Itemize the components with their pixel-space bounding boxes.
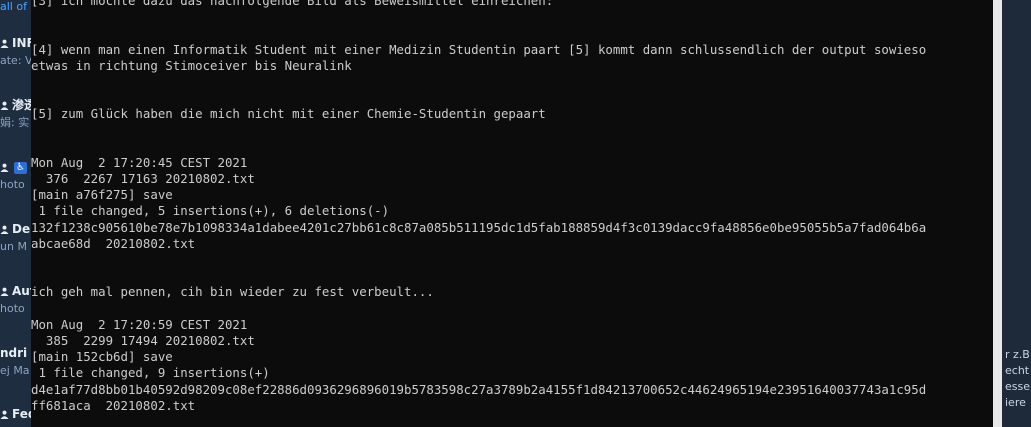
sidebar-item-6[interactable]: Fed	[0, 406, 31, 427]
sidebar-item-title-text: INF	[12, 36, 31, 50]
right-panel-line: r z.B	[1005, 348, 1030, 361]
user-icon	[0, 410, 9, 419]
sidebar-item-2[interactable]: ♿ hoto	[0, 159, 31, 199]
terminal-line: ff681aca 20210802.txt	[31, 397, 196, 413]
terminal-line: d4e1af77d8bb01b40592d98209c08ef22886d093…	[31, 381, 927, 397]
terminal-output: [3] ich möchte dazu das nachfolgende Bil…	[31, 0, 926, 414]
sidebar-item-subtitle: 娟: 实	[0, 116, 30, 129]
terminal-scrollbar[interactable]	[993, 0, 1002, 427]
accessibility-icon: ♿	[14, 161, 27, 174]
sidebar-top-link[interactable]: all of r	[0, 0, 31, 14]
terminal-window[interactable]: [3] ich möchte dazu das nachfolgende Bil…	[31, 0, 993, 427]
screen: all of r INF ate: V 渗透 娟: 实 ♿ hoto Del u…	[0, 0, 1031, 427]
sidebar-item-title: INF	[0, 35, 31, 51]
sidebar-item-subtitle: ej Ma	[0, 364, 30, 377]
sidebar-item-4[interactable]: Aut hoto	[0, 283, 31, 323]
terminal-line: [main a76f275] save	[31, 187, 173, 203]
sidebar-item-title-text: 渗透	[12, 98, 31, 112]
sidebar-item-5[interactable]: ndri M ej Ma	[0, 345, 31, 385]
terminal-line: [main 152cb6d] save	[31, 349, 173, 365]
right-panel-line: echt	[1005, 364, 1030, 377]
sidebar-item-title: Fed	[0, 406, 31, 422]
user-icon	[0, 39, 9, 48]
terminal-line: abcae68d 20210802.txt	[31, 235, 196, 251]
sidebar-item-subtitle: hoto	[0, 178, 25, 191]
user-icon	[0, 225, 9, 234]
sidebar-item-title: Del	[0, 221, 31, 237]
sidebar-item-title-text: Aut	[12, 284, 31, 298]
sidebar-item-subtitle: hoto	[0, 302, 25, 315]
right-panel-line: esse	[1005, 380, 1030, 393]
terminal-line: Mon Aug 2 17:20:59 CEST 2021	[31, 316, 248, 332]
terminal-line: [3] ich möchte dazu das nachfolgende Bil…	[31, 0, 554, 8]
sidebar-item-title: Aut	[0, 283, 31, 299]
terminal-line: 132f1238c905610be78e7b1098334a1dabee4201…	[31, 219, 927, 235]
user-icon	[0, 101, 9, 110]
right-side-panel: r z.B echt esse iere	[1002, 0, 1031, 427]
user-icon	[0, 163, 9, 172]
terminal-line: etwas in richtung Stimoceiver bis Neural…	[31, 57, 352, 73]
terminal-line: 1 file changed, 9 insertions(+)	[31, 365, 270, 381]
terminal-line: 385 2299 17494 20210802.txt	[31, 332, 255, 348]
terminal-line: [4] wenn man einen Informatik Student mi…	[31, 41, 927, 57]
terminal-line: 376 2267 17163 20210802.txt	[31, 171, 255, 187]
sidebar-item-title: 渗透	[0, 97, 31, 113]
terminal-line: [5] zum Glück haben die mich nicht mit e…	[31, 106, 546, 122]
sidebar-item-title-text: Del	[12, 222, 31, 236]
terminal-line: ich geh mal pennen, cih bin wieder zu fe…	[31, 284, 434, 300]
chat-sidebar: all of r INF ate: V 渗透 娟: 实 ♿ hoto Del u…	[0, 0, 31, 427]
sidebar-item-subtitle: ate: V	[0, 54, 31, 67]
sidebar-item-subtitle: un M	[0, 240, 27, 253]
sidebar-item-title: ndri M	[0, 346, 31, 360]
user-icon	[0, 287, 9, 296]
terminal-line: 1 file changed, 5 insertions(+), 6 delet…	[31, 203, 390, 219]
right-panel-line: iere	[1005, 396, 1026, 409]
terminal-line: Mon Aug 2 17:20:45 CEST 2021	[31, 154, 248, 170]
sidebar-item-0[interactable]: INF ate: V	[0, 35, 31, 75]
sidebar-item-1[interactable]: 渗透 娟: 实	[0, 97, 31, 137]
right-panel-text: r z.B echt esse iere	[1005, 347, 1030, 411]
sidebar-item-title: ♿	[0, 159, 27, 175]
sidebar-item-title-text: Fed	[12, 407, 31, 421]
sidebar-item-3[interactable]: Del un M	[0, 221, 31, 261]
